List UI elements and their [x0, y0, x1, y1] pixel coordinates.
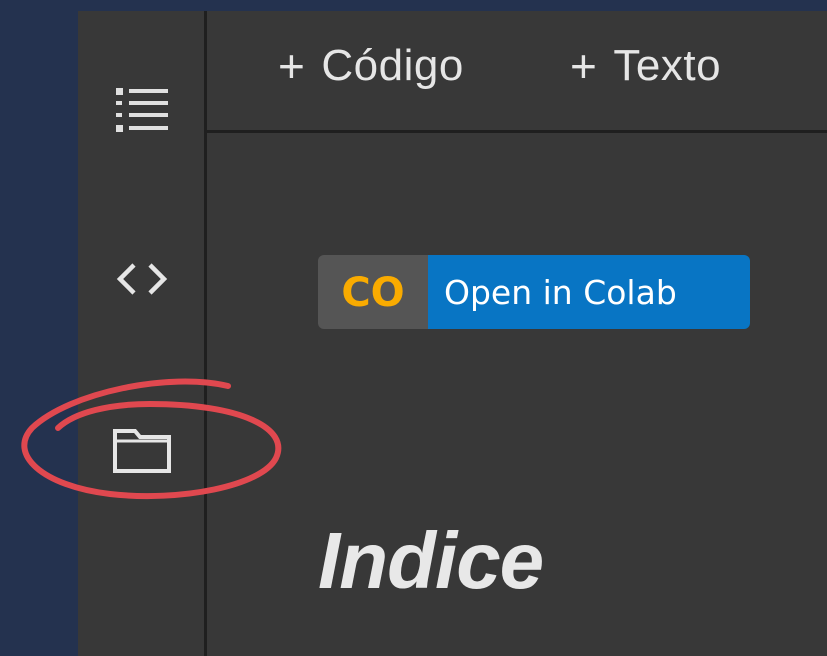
code-snippets-icon	[114, 262, 170, 296]
colab-window: + Código + Texto CO Open in Colab Indice	[78, 11, 827, 656]
plus-icon: +	[278, 40, 306, 92]
add-text-button[interactable]: + Texto	[570, 39, 721, 93]
sidebar-item-code-snippets[interactable]	[102, 247, 182, 311]
sidebar-item-files[interactable]	[102, 419, 182, 483]
open-in-colab-badge[interactable]: CO Open in Colab	[318, 255, 750, 329]
section-heading: Indice	[318, 516, 544, 605]
left-sidebar	[78, 11, 207, 656]
folder-icon	[111, 427, 173, 475]
open-in-colab-label: Open in Colab	[428, 255, 750, 329]
notebook-toolbar: + Código + Texto	[207, 11, 827, 133]
add-code-button[interactable]: + Código	[278, 39, 464, 93]
add-code-label: Código	[321, 41, 464, 90]
table-of-contents-icon	[114, 86, 170, 134]
colab-logo-text: CO	[341, 270, 404, 314]
colab-logo: CO	[318, 255, 428, 329]
sidebar-item-table-of-contents[interactable]	[102, 78, 182, 142]
add-text-label: Texto	[613, 41, 722, 90]
plus-icon: +	[570, 40, 598, 92]
